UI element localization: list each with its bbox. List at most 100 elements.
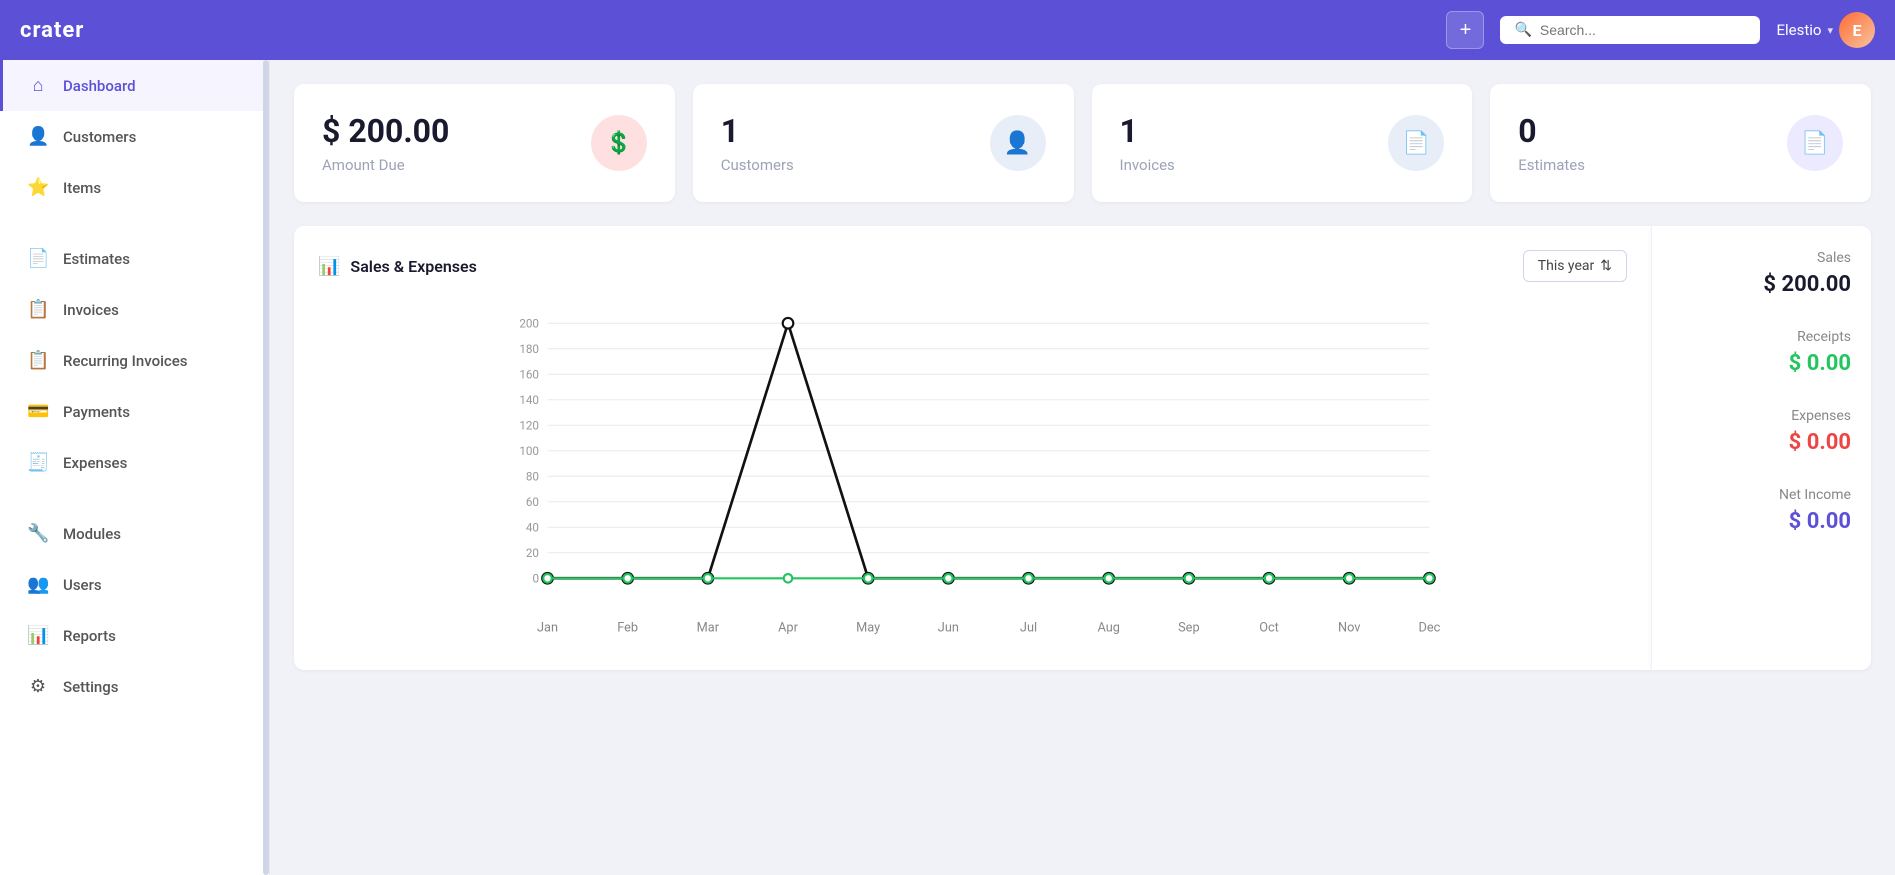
card-info: 1 Invoices [1120,112,1175,174]
sidebar-item-payments[interactable]: 💳 Payments [0,386,269,437]
payments-icon: 💳 [27,401,49,422]
chart-title: 📊 Sales & Expenses [318,256,477,277]
summary-card-2: 1 Invoices 📄 [1092,84,1473,202]
summary-cards: $ 200.00 Amount Due 💲 1 Customers 👤 1 In… [294,84,1871,202]
sidebar-divider [0,213,269,233]
svg-text:Nov: Nov [1338,621,1360,636]
users-icon: 👥 [27,574,49,595]
summary-card-1: 1 Customers 👤 [693,84,1074,202]
sidebar-item-label: Estimates [63,250,130,268]
search-box[interactable]: 🔍 [1500,16,1760,44]
settings-icon: ⚙ [27,676,49,697]
svg-text:Oct: Oct [1259,621,1279,636]
sales-expenses-chart: 020406080100120140160180200JanFebMarAprM… [318,302,1627,642]
sidebar-item-reports[interactable]: 📊 Reports [0,610,269,661]
sidebar-item-label: Items [63,179,101,197]
sales-value: $ 200.00 [1672,272,1851,297]
card-label: Customers [721,156,794,174]
chart-filter-label: This year [1538,258,1595,274]
sidebar-item-label: Modules [63,525,121,543]
card-info: 0 Estimates [1518,112,1585,174]
receipts-stat: Receipts $ 0.00 [1672,329,1851,376]
expenses-stat: Expenses $ 0.00 [1672,408,1851,455]
sidebar-item-items[interactable]: ⭐ Items [0,162,269,213]
card-label: Amount Due [322,156,449,174]
sidebar-item-label: Dashboard [63,77,136,95]
sidebar-item-users[interactable]: 👥 Users [0,559,269,610]
chart-section: 📊 Sales & Expenses This year ⇅ 020406080… [294,226,1871,670]
main-content: $ 200.00 Amount Due 💲 1 Customers 👤 1 In… [270,60,1895,875]
chevron-up-down-icon: ⇅ [1600,258,1612,274]
reports-icon: 📊 [27,625,49,646]
chart-title-text: Sales & Expenses [350,257,476,276]
modules-icon: 🔧 [27,523,49,544]
sidebar: ⌂ Dashboard 👤 Customers ⭐ Items 📄 Estima… [0,60,270,875]
svg-text:100: 100 [519,444,539,458]
svg-text:140: 140 [519,393,539,407]
card-label: Invoices [1120,156,1175,174]
sidebar-item-expenses[interactable]: 🧾 Expenses [0,437,269,488]
user-menu[interactable]: Elestio ▾ E [1776,12,1875,48]
chart-header: 📊 Sales & Expenses This year ⇅ [318,250,1627,282]
svg-text:Jul: Jul [1020,621,1037,636]
sidebar-scrollbar [263,60,269,875]
sidebar-item-settings[interactable]: ⚙ Settings [0,661,269,712]
svg-text:200: 200 [519,317,539,331]
card-value: 1 [721,112,794,150]
sidebar-item-customers[interactable]: 👤 Customers [0,111,269,162]
dashboard-icon: ⌂ [27,75,49,96]
sidebar-item-label: Users [63,576,102,594]
card-info: $ 200.00 Amount Due [322,112,449,174]
receipts-label: Receipts [1672,329,1851,345]
sidebar-item-label: Reports [63,627,116,645]
add-button[interactable]: + [1446,11,1484,49]
svg-text:Jun: Jun [938,621,959,636]
svg-text:60: 60 [526,495,539,509]
items-icon: ⭐ [27,177,49,198]
chart-filter-dropdown[interactable]: This year ⇅ [1523,250,1627,282]
recurring-invoices-icon: 📋 [27,350,49,371]
card-info: 1 Customers [721,112,794,174]
sidebar-divider [0,488,269,508]
avatar: E [1839,12,1875,48]
net-income-value: $ 0.00 [1672,509,1851,534]
card-label: Estimates [1518,156,1585,174]
net-income-label: Net Income [1672,487,1851,503]
logo: crater [20,18,84,43]
search-icon: 🔍 [1514,22,1531,38]
sales-stat: Sales $ 200.00 [1672,250,1851,297]
sidebar-item-estimates[interactable]: 📄 Estimates [0,233,269,284]
svg-text:Feb: Feb [617,621,638,636]
sidebar-item-label: Invoices [63,301,119,319]
svg-text:Dec: Dec [1418,621,1440,636]
card-value: 1 [1120,112,1175,150]
expenses-icon: 🧾 [27,452,49,473]
chart-svg-wrapper: 020406080100120140160180200JanFebMarAprM… [318,302,1627,646]
expenses-value: $ 0.00 [1672,430,1851,455]
card-icon: 💲 [591,115,647,171]
sidebar-item-invoices[interactable]: 📋 Invoices [0,284,269,335]
svg-text:Jan: Jan [537,621,558,636]
svg-text:Apr: Apr [778,621,798,636]
svg-text:Mar: Mar [697,621,720,636]
svg-text:40: 40 [526,521,539,535]
sidebar-item-dashboard[interactable]: ⌂ Dashboard [0,60,269,111]
card-value: 0 [1518,112,1585,150]
user-name: Elestio [1776,21,1821,39]
svg-text:180: 180 [519,342,539,356]
card-icon: 📄 [1388,115,1444,171]
svg-text:20: 20 [526,546,539,560]
svg-text:Sep: Sep [1178,621,1200,636]
header: crater + 🔍 Elestio ▾ E [0,0,1895,60]
sidebar-item-label: Customers [63,128,136,146]
sales-label: Sales [1672,250,1851,266]
receipts-value: $ 0.00 [1672,351,1851,376]
search-input[interactable] [1540,22,1747,38]
sidebar-item-modules[interactable]: 🔧 Modules [0,508,269,559]
stats-panel: Sales $ 200.00 Receipts $ 0.00 Expenses … [1651,226,1871,670]
card-value: $ 200.00 [322,112,449,150]
svg-text:May: May [856,621,880,636]
invoices-icon: 📋 [27,299,49,320]
sidebar-item-recurring-invoices[interactable]: 📋 Recurring Invoices [0,335,269,386]
chart-icon: 📊 [318,256,340,277]
